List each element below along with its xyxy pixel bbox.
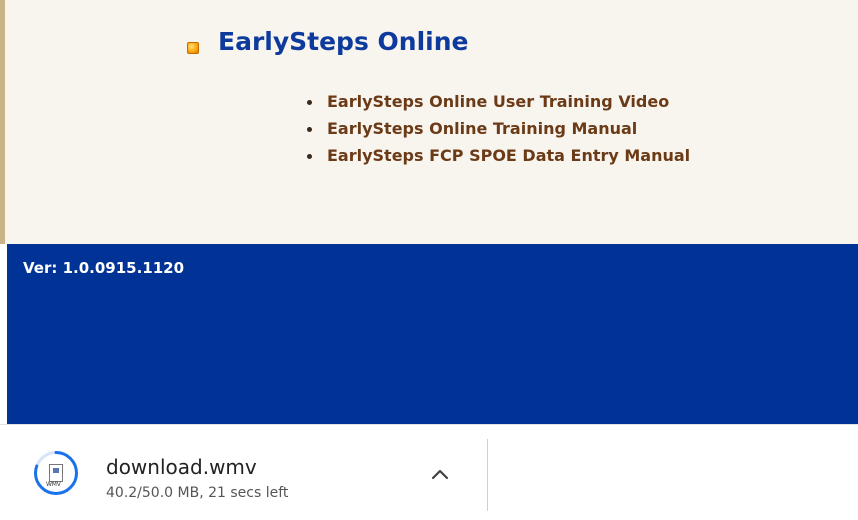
link-data-entry-manual[interactable]: EarlySteps FCP SPOE Data Entry Manual	[327, 146, 690, 165]
page: EarlySteps Online EarlySteps Online User…	[0, 0, 858, 520]
download-file-name: download.wmv	[106, 455, 257, 479]
footer-band: Ver: 1.0.0915.1120	[7, 244, 858, 424]
download-options-button[interactable]	[420, 455, 460, 495]
link-user-training-video[interactable]: EarlySteps Online User Training Video	[327, 92, 669, 111]
list-item: EarlySteps Online Training Manual	[305, 117, 690, 144]
section-heading: EarlySteps Online	[187, 26, 468, 58]
wmv-file-icon	[49, 464, 63, 482]
section-title: EarlySteps Online	[218, 27, 469, 56]
download-shelf: WMV download.wmv 40.2/50.0 MB, 21 secs l…	[0, 424, 858, 520]
orange-square-bullet-icon	[187, 42, 199, 54]
content-area: EarlySteps Online EarlySteps Online User…	[0, 0, 858, 244]
file-type-caption: WMV	[46, 481, 61, 488]
download-item[interactable]: WMV download.wmv 40.2/50.0 MB, 21 secs l…	[0, 425, 488, 520]
download-progress-ring: WMV	[34, 451, 78, 495]
link-training-manual[interactable]: EarlySteps Online Training Manual	[327, 119, 637, 138]
download-status: 40.2/50.0 MB, 21 secs left	[106, 485, 289, 501]
shelf-divider	[487, 439, 488, 511]
chevron-up-icon	[431, 469, 449, 480]
version-label: Ver: 1.0.0915.1120	[23, 259, 185, 277]
training-links-list: EarlySteps Online User Training Video Ea…	[305, 90, 690, 171]
list-item: EarlySteps FCP SPOE Data Entry Manual	[305, 144, 690, 171]
list-item: EarlySteps Online User Training Video	[305, 90, 690, 117]
